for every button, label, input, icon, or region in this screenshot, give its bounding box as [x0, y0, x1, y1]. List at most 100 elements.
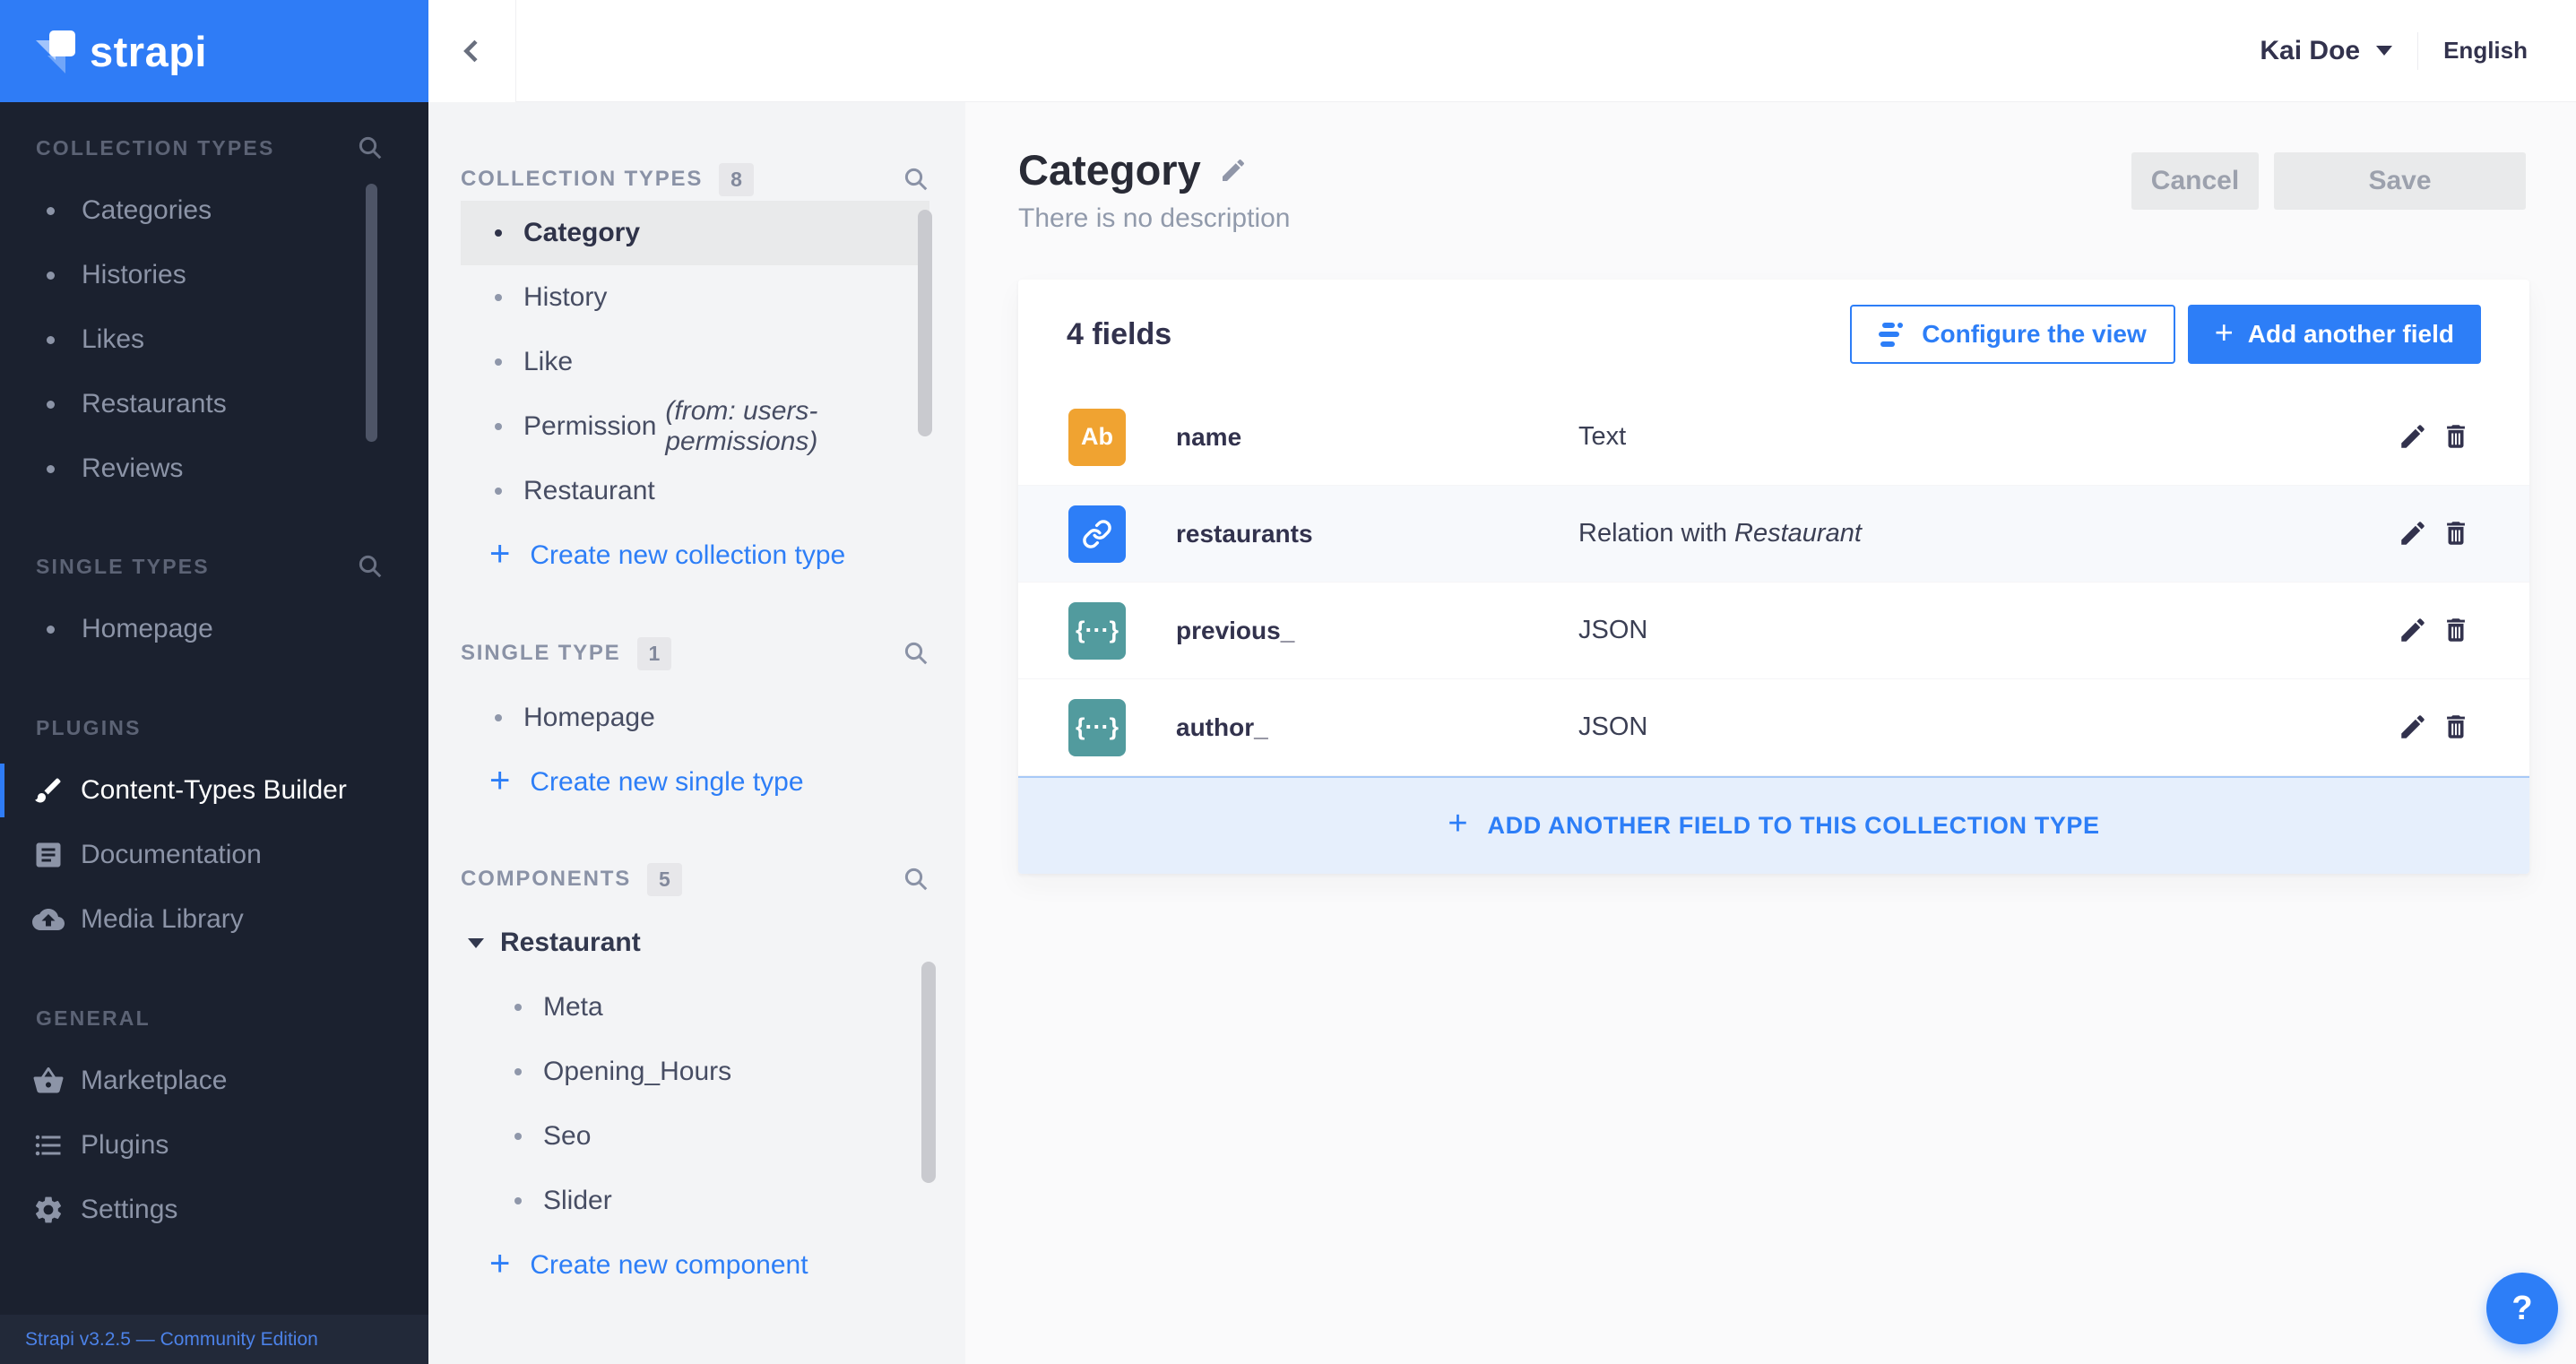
- sidebar-item-media-library[interactable]: Media Library: [0, 887, 428, 952]
- sidebar-header-general: GENERAL: [36, 1006, 151, 1030]
- language-selector[interactable]: English: [2443, 37, 2528, 65]
- bullet-icon: [495, 714, 502, 721]
- bullet-icon: [514, 1197, 522, 1204]
- gear-icon: [35, 1196, 62, 1223]
- add-another-field-button[interactable]: + Add another field: [2187, 305, 2481, 364]
- help-button[interactable]: ?: [2486, 1273, 2558, 1344]
- sliders-icon: [1879, 322, 1907, 347]
- bullet-icon: [47, 400, 55, 409]
- user-menu[interactable]: Kai Doe: [2260, 36, 2393, 66]
- cancel-button[interactable]: Cancel: [2131, 152, 2259, 210]
- create-collection-type-link[interactable]: + Create new collection type: [461, 523, 965, 588]
- trash-icon: [2447, 617, 2465, 642]
- delete-field-button[interactable]: [2440, 712, 2472, 744]
- sidebar-item-plugins[interactable]: Plugins: [0, 1113, 428, 1178]
- pencil-icon: [2401, 714, 2425, 738]
- sidebar-scrollbar[interactable]: [366, 184, 377, 442]
- list-icon: [35, 1135, 61, 1156]
- create-component-link[interactable]: + Create new component: [461, 1233, 965, 1298]
- fields-count: 4 fields: [1067, 316, 1172, 351]
- search-icon[interactable]: [357, 553, 384, 580]
- topbar: Kai Doe English: [428, 0, 2576, 102]
- edit-field-button[interactable]: [2397, 421, 2429, 453]
- search-icon[interactable]: [357, 134, 384, 161]
- panel-item-restaurant[interactable]: Restaurant: [461, 459, 929, 523]
- app-root: strapi COLLECTION TYPES Categories Histo…: [0, 0, 2576, 1364]
- bullet-icon: [495, 423, 502, 430]
- delete-field-button[interactable]: [2440, 518, 2472, 550]
- count-badge: 1: [636, 636, 672, 670]
- edit-field-button[interactable]: [2397, 712, 2429, 744]
- plus-icon: +: [1448, 805, 1468, 842]
- sidebar-item-settings[interactable]: Settings: [0, 1178, 428, 1242]
- bullet-icon: [47, 335, 55, 344]
- chevron-left-icon: [462, 39, 478, 62]
- panel-scrollbar[interactable]: [918, 210, 932, 436]
- sidebar-item-documentation[interactable]: Documentation: [0, 823, 428, 887]
- version-link[interactable]: Strapi v3.2.5 — Community Edition: [25, 1329, 318, 1351]
- search-icon[interactable]: [903, 166, 929, 193]
- trash-icon: [2447, 424, 2465, 448]
- panel-header-components: COMPONENTS 5: [428, 858, 965, 901]
- delete-field-button[interactable]: [2440, 421, 2472, 453]
- panel-item-slider[interactable]: Slider: [461, 1169, 929, 1233]
- edit-field-button[interactable]: [2397, 518, 2429, 550]
- trash-icon: [2447, 521, 2465, 545]
- fields-card: 4 fields Configure the view + Add anothe…: [1018, 280, 2529, 874]
- panel-item-category[interactable]: Category: [461, 201, 929, 265]
- link-icon: [1083, 519, 1111, 548]
- panel-header-collection-types: COLLECTION TYPES 8: [428, 158, 965, 201]
- pencil-icon: [2401, 424, 2425, 448]
- edit-pencil-icon[interactable]: [1219, 156, 1248, 185]
- save-button[interactable]: Save: [2274, 152, 2526, 210]
- panel-item-permission[interactable]: Permission (from: users-permissions): [461, 394, 929, 459]
- panel-item-seo[interactable]: Seo: [461, 1104, 929, 1169]
- sidebar-item-histories[interactable]: Histories: [0, 243, 428, 307]
- sidebar-item-likes[interactable]: Likes: [0, 307, 428, 372]
- bullet-icon: [495, 229, 502, 237]
- bullet-icon: [47, 206, 55, 215]
- back-button[interactable]: [428, 0, 516, 102]
- panel-item-opening-hours[interactable]: Opening_Hours: [461, 1040, 929, 1104]
- configure-view-button[interactable]: Configure the view: [1850, 305, 2175, 364]
- panel-header-single-type: SINGLE TYPE 1: [428, 632, 965, 675]
- delete-field-button[interactable]: [2440, 615, 2472, 647]
- bullet-icon: [514, 1068, 522, 1075]
- panel-item-like[interactable]: Like: [461, 330, 929, 394]
- bullet-icon: [47, 625, 55, 634]
- add-field-bar[interactable]: + ADD ANOTHER FIELD TO THIS COLLECTION T…: [1018, 776, 2529, 874]
- count-badge: 8: [719, 162, 754, 196]
- search-icon[interactable]: [903, 640, 929, 667]
- pencil-icon: [2401, 521, 2425, 545]
- main-content: Category There is no description Cancel …: [965, 102, 2576, 1364]
- panel-item-homepage[interactable]: Homepage: [461, 686, 929, 750]
- bullet-icon: [514, 1133, 522, 1140]
- paintbrush-icon: [35, 778, 61, 803]
- sidebar-item-categories[interactable]: Categories: [0, 178, 428, 243]
- strapi-logo[interactable]: strapi: [0, 0, 428, 102]
- main-sidebar: strapi COLLECTION TYPES Categories Histo…: [0, 0, 428, 1364]
- panel-item-meta[interactable]: Meta: [461, 975, 929, 1040]
- sidebar-item-restaurants[interactable]: Restaurants: [0, 372, 428, 436]
- create-single-type-link[interactable]: + Create new single type: [461, 750, 965, 815]
- basket-icon: [33, 1067, 64, 1093]
- sidebar-footer: Strapi v3.2.5 — Community Edition: [0, 1315, 428, 1364]
- sidebar-item-marketplace[interactable]: Marketplace: [0, 1049, 428, 1113]
- page-head: Category There is no description: [1018, 145, 1291, 234]
- search-icon[interactable]: [903, 866, 929, 893]
- caret-down-icon: [468, 937, 484, 948]
- relation-field-badge: [1068, 505, 1126, 563]
- pencil-icon: [2401, 617, 2425, 642]
- field-row-author: {···} author_ JSON: [1018, 679, 2529, 776]
- field-row-previous: {···} previous_ JSON: [1018, 583, 2529, 679]
- field-row-name: Ab name Text: [1018, 389, 2529, 486]
- edit-field-button[interactable]: [2397, 615, 2429, 647]
- sidebar-item-content-types-builder[interactable]: Content-Types Builder: [0, 758, 428, 823]
- json-field-badge: {···}: [1068, 698, 1126, 756]
- components-scrollbar[interactable]: [921, 962, 936, 1183]
- logo-text: strapi: [90, 27, 207, 75]
- sidebar-item-homepage[interactable]: Homepage: [0, 597, 428, 661]
- panel-group-restaurant[interactable]: Restaurant: [461, 911, 929, 975]
- sidebar-item-reviews[interactable]: Reviews: [0, 436, 428, 501]
- panel-item-history[interactable]: History: [461, 265, 929, 330]
